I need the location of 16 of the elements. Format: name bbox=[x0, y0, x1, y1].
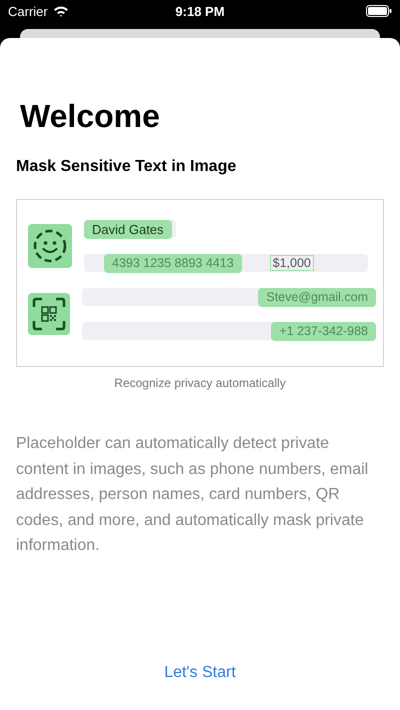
qr-scan-icon bbox=[28, 293, 70, 335]
start-button[interactable]: Let's Start bbox=[156, 660, 244, 686]
detected-text: $1,000 bbox=[270, 255, 314, 271]
masked-text: Steve@gmail.com bbox=[258, 288, 376, 306]
wifi-icon bbox=[52, 5, 69, 17]
carrier-label: Carrier bbox=[8, 4, 48, 18]
masked-text: 4393 1235 8893 4413 bbox=[104, 254, 242, 272]
clock-time: 9:18 PM bbox=[175, 4, 225, 18]
section-subtitle: Mask Sensitive Text in Image bbox=[16, 157, 238, 177]
face-scan-icon bbox=[28, 224, 72, 268]
battery-icon bbox=[366, 5, 392, 17]
masked-text: +1 237-342-988 bbox=[271, 322, 376, 340]
description-text: Placeholder can automatically detect private content in images, such as phone numbers, email addresses, person names, card numbers, QR codes, and more, and automatically mask private information. bbox=[16, 434, 370, 556]
masked-text: David Gates bbox=[84, 220, 172, 238]
illustration-caption: Recognize privacy automatically bbox=[113, 376, 287, 390]
welcome-title: Welcome bbox=[20, 97, 161, 136]
